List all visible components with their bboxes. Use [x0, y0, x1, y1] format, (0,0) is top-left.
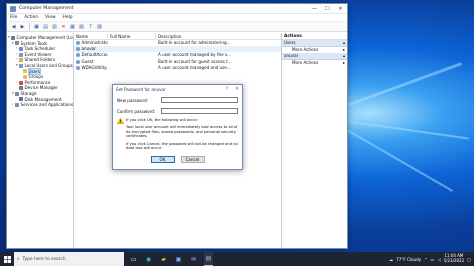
warning-heading: If you click OK, the following will occu… — [126, 118, 199, 122]
task-view-icon[interactable]: ▭ — [129, 252, 138, 266]
new-password-label: New password: — [117, 97, 149, 103]
user-icon — [76, 41, 80, 46]
search-placeholder: Type here to search — [22, 256, 66, 262]
ok-button[interactable]: OK — [150, 156, 175, 164]
network-icon[interactable]: ▭ — [431, 257, 435, 262]
windows-logo-icon — [3, 255, 11, 263]
warning-icon — [117, 118, 124, 124]
user-name: WDAGUtility... — [81, 64, 109, 70]
dialog-title-bar[interactable]: Set Password for anuvar ? ✕ — [113, 85, 242, 94]
toolbar: ◀ ▶ ▣ ▤ ▥ ✕ ▦ ▧ ? ▨ — [7, 22, 347, 32]
collapse-icon[interactable]: ▴ — [343, 53, 345, 59]
tree-node-icon — [19, 80, 23, 85]
minimize-button[interactable]: — — [308, 4, 321, 14]
tree-node-label: Services and Applications — [20, 102, 74, 108]
user-description: A user account managed and use... — [158, 64, 231, 70]
tree-node-icon — [23, 69, 27, 74]
warning-detail: Your local user account will immediately… — [126, 125, 238, 139]
column-full-name[interactable]: Full Name — [108, 33, 156, 39]
export-list-icon[interactable]: ▧ — [78, 23, 85, 30]
window-title: Computer Management — [19, 6, 74, 11]
tree-node-icon — [19, 63, 23, 68]
tree-node-icon — [15, 91, 19, 96]
user-icon — [76, 59, 80, 64]
actions-pane: Actions Users ▴ More Actions ▸ anuvar ▴ More A… — [282, 33, 347, 248]
back-icon[interactable]: ◀ — [10, 23, 17, 30]
user-icon — [76, 65, 80, 70]
action-item-label: More Actions — [292, 59, 319, 65]
show-hide-tree-icon[interactable]: ▤ — [42, 23, 49, 30]
refresh-icon[interactable]: ▥ — [51, 23, 58, 30]
new-password-field[interactable] — [161, 96, 238, 104]
store-icon[interactable]: ▣ — [174, 252, 183, 266]
tree-node[interactable]: › Services and Applications — [7, 102, 73, 108]
computer-management-icon — [10, 5, 16, 12]
weather-text[interactable]: 77°F Cloudy — [396, 257, 421, 262]
forward-icon[interactable]: ▶ — [19, 23, 26, 30]
delete-icon[interactable]: ✕ — [60, 23, 67, 30]
maximize-button[interactable]: ☐ — [321, 4, 334, 14]
mail-icon[interactable]: ✉ — [189, 252, 198, 266]
action-item-more-actions[interactable]: More Actions ▸ — [282, 60, 347, 67]
actions-section-label: anuvar — [284, 53, 299, 58]
view-icon[interactable]: ▨ — [96, 23, 103, 30]
dialog-close-button[interactable]: ✕ — [232, 87, 242, 92]
collapse-icon[interactable]: ▴ — [343, 40, 345, 46]
confirm-password-field[interactable] — [161, 107, 238, 115]
dialog-title: Set Password for anuvar — [116, 87, 166, 92]
file-explorer-icon[interactable]: ▰ — [159, 252, 168, 266]
column-name[interactable]: Name — [74, 33, 108, 39]
tree-node-icon — [11, 35, 15, 40]
table-row[interactable]: WDAGUtility... A user account managed and… — [74, 65, 281, 71]
system-tray: ☁ 77°F Cloudy ⌃ ▭ ◁ 11:04 AM 5/23/2022 ▢ — [389, 252, 474, 266]
tree-node-icon — [19, 52, 23, 57]
dialog-help-button[interactable]: ? — [222, 87, 232, 92]
tree-node[interactable]: ▾ Local Users and Groups — [7, 63, 73, 69]
list-header: Name Full Name Description — [74, 33, 281, 40]
tree-node-icon — [23, 74, 27, 79]
actions-section-label: Users — [284, 40, 296, 45]
tree-node-icon — [15, 41, 19, 46]
set-password-dialog: Set Password for anuvar ? ✕ New password… — [112, 84, 243, 170]
submenu-arrow-icon: ▸ — [342, 59, 345, 65]
start-button[interactable] — [0, 252, 14, 266]
help-icon[interactable]: ? — [87, 23, 94, 30]
up-folder-icon[interactable]: ▣ — [33, 23, 40, 30]
console-tree: ▾ Computer Management (Local ▾ System Tools… — [7, 33, 74, 248]
notifications-icon[interactable]: ▢ — [467, 257, 471, 262]
tree-node-icon — [19, 97, 23, 102]
menu-view[interactable]: View — [45, 15, 55, 20]
actions-header: Actions — [282, 33, 347, 40]
taskbar: ⌕ Type here to search ▭ ◉ ▰ ▣ ✉ ▤ ☁ 77°F… — [0, 252, 474, 266]
close-button[interactable]: ✕ — [334, 4, 347, 14]
weather-icon[interactable]: ☁ — [389, 257, 393, 262]
clock-date: 5/23/2022 — [443, 258, 465, 263]
taskbar-search[interactable]: ⌕ Type here to search — [14, 252, 124, 266]
user-icon — [76, 47, 80, 52]
cancel-button[interactable]: Cancel — [180, 156, 205, 164]
tree-node-icon — [19, 86, 23, 91]
menu-help[interactable]: Help — [63, 15, 73, 20]
menu-bar: File Action View Help — [7, 14, 347, 22]
properties-icon[interactable]: ▦ — [69, 23, 76, 30]
tree-node-icon — [19, 46, 23, 51]
menu-file[interactable]: File — [10, 15, 17, 20]
volume-icon[interactable]: ◁ — [437, 257, 440, 262]
tree-node-icon — [19, 58, 23, 63]
search-icon: ⌕ — [17, 257, 20, 262]
user-icon — [76, 53, 80, 58]
column-description[interactable]: Description — [156, 33, 281, 39]
menu-action[interactable]: Action — [24, 15, 38, 20]
title-bar[interactable]: Computer Management — ☐ ✕ — [7, 4, 347, 14]
clock[interactable]: 11:04 AM 5/23/2022 — [443, 253, 465, 264]
edge-icon[interactable]: ◉ — [144, 252, 153, 266]
confirm-password-label: Confirm password: — [117, 108, 156, 114]
computer-management-taskbar-icon[interactable]: ▤ — [204, 252, 213, 266]
user-full-name — [108, 65, 156, 71]
tree-node-icon — [15, 102, 19, 107]
tray-chevron-icon[interactable]: ⌃ — [424, 257, 427, 262]
cancel-note: If you click Cancel, the password will n… — [126, 141, 238, 151]
